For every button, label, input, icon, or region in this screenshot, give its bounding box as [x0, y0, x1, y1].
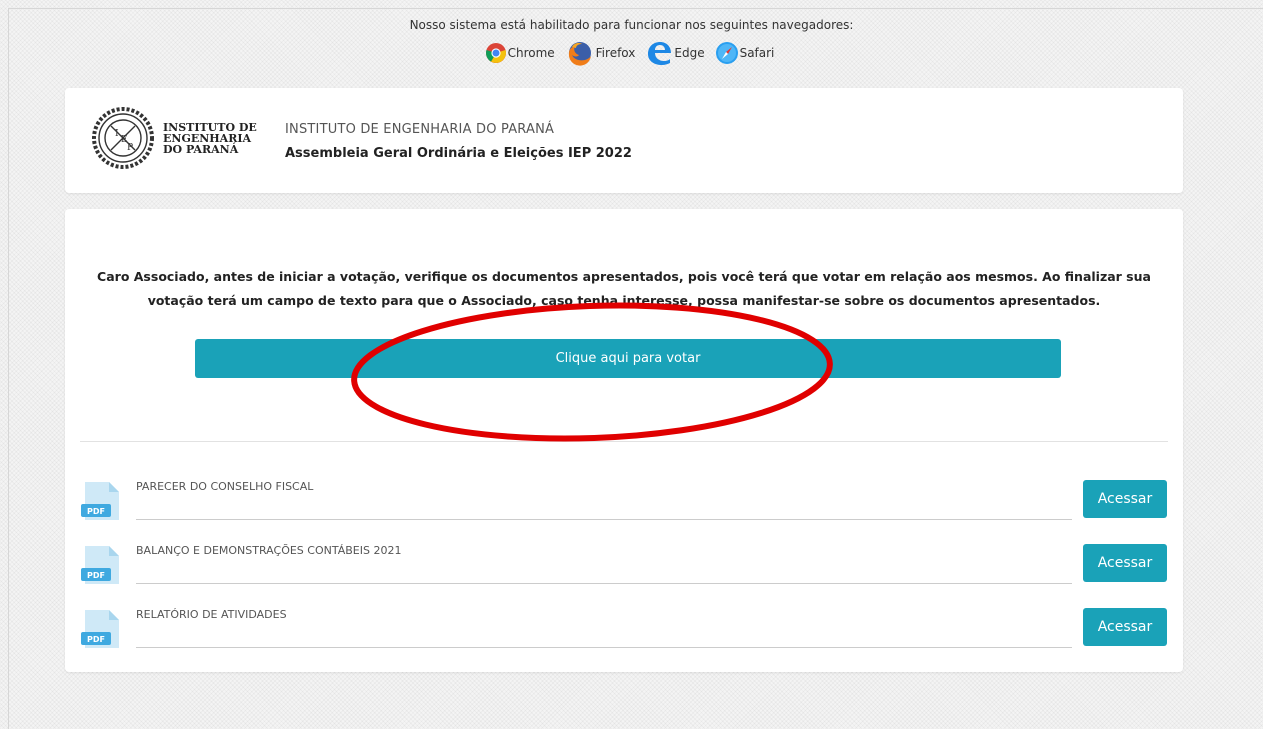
logo-line: ENGENHARIA — [163, 131, 252, 145]
svg-text:PDF: PDF — [87, 571, 105, 580]
access-button[interactable]: Acessar — [1083, 608, 1167, 646]
svg-text:PDF: PDF — [87, 635, 105, 644]
browser-label: Chrome — [507, 46, 555, 60]
safari-icon — [715, 42, 738, 64]
browser-label: Edge — [674, 46, 705, 60]
edge-icon — [648, 42, 672, 65]
document-underline — [136, 519, 1072, 520]
annotation-ellipse — [351, 302, 833, 442]
browser-safari: Safari — [715, 41, 775, 65]
logo-line: DO PARANÁ — [163, 142, 239, 156]
document-row: PDF BALANÇO E DEMONSTRAÇÕES CONTÁBEIS 20… — [81, 544, 1169, 592]
iep-logo: I E P INSTITUTO DE ENGENHARIA DO PARANÁ — [89, 106, 257, 170]
document-underline — [136, 647, 1072, 648]
chrome-icon — [485, 43, 506, 63]
logo-line: INSTITUTO DE — [163, 120, 257, 134]
document-row: PDF PARECER DO CONSELHO FISCAL Acessar — [81, 480, 1169, 528]
browser-chrome: Chrome — [485, 42, 555, 64]
svg-text:PDF: PDF — [87, 507, 105, 516]
pdf-icon: PDF — [81, 610, 119, 648]
svg-text:P: P — [127, 143, 133, 153]
iep-seal-icon: I E P — [92, 107, 154, 169]
browser-edge: Edge — [645, 41, 705, 65]
pdf-icon: PDF — [81, 482, 119, 520]
access-button[interactable]: Acessar — [1083, 480, 1167, 518]
access-button[interactable]: Acessar — [1083, 544, 1167, 582]
document-title: BALANÇO E DEMONSTRAÇÕES CONTÁBEIS 2021 — [136, 544, 402, 557]
org-name: INSTITUTO DE ENGENHARIA DO PARANÁ — [285, 122, 555, 137]
event-title: Assembleia Geral Ordinária e Eleições IE… — [285, 146, 632, 161]
left-border — [8, 8, 9, 729]
logo-text: INSTITUTO DE ENGENHARIA DO PARANÁ — [163, 122, 257, 155]
browsers-note: Nosso sistema está habilitado para funci… — [409, 18, 854, 32]
pdf-icon: PDF — [81, 546, 119, 584]
browser-label: Firefox — [595, 46, 636, 60]
document-underline — [136, 583, 1072, 584]
document-row: PDF RELATÓRIO DE ATIVIDADES Acessar — [81, 608, 1169, 656]
document-title: PARECER DO CONSELHO FISCAL — [136, 480, 314, 493]
browser-label: Safari — [739, 46, 775, 60]
supported-browsers: Chrome Firefox Edge Safari — [0, 40, 1263, 66]
svg-text:I: I — [115, 129, 119, 139]
top-border — [9, 8, 1263, 9]
firefox-icon — [568, 42, 591, 66]
header-card: I E P INSTITUTO DE ENGENHARIA DO PARANÁ … — [65, 88, 1183, 193]
document-title: RELATÓRIO DE ATIVIDADES — [136, 608, 287, 621]
browser-firefox: Firefox — [565, 40, 636, 66]
